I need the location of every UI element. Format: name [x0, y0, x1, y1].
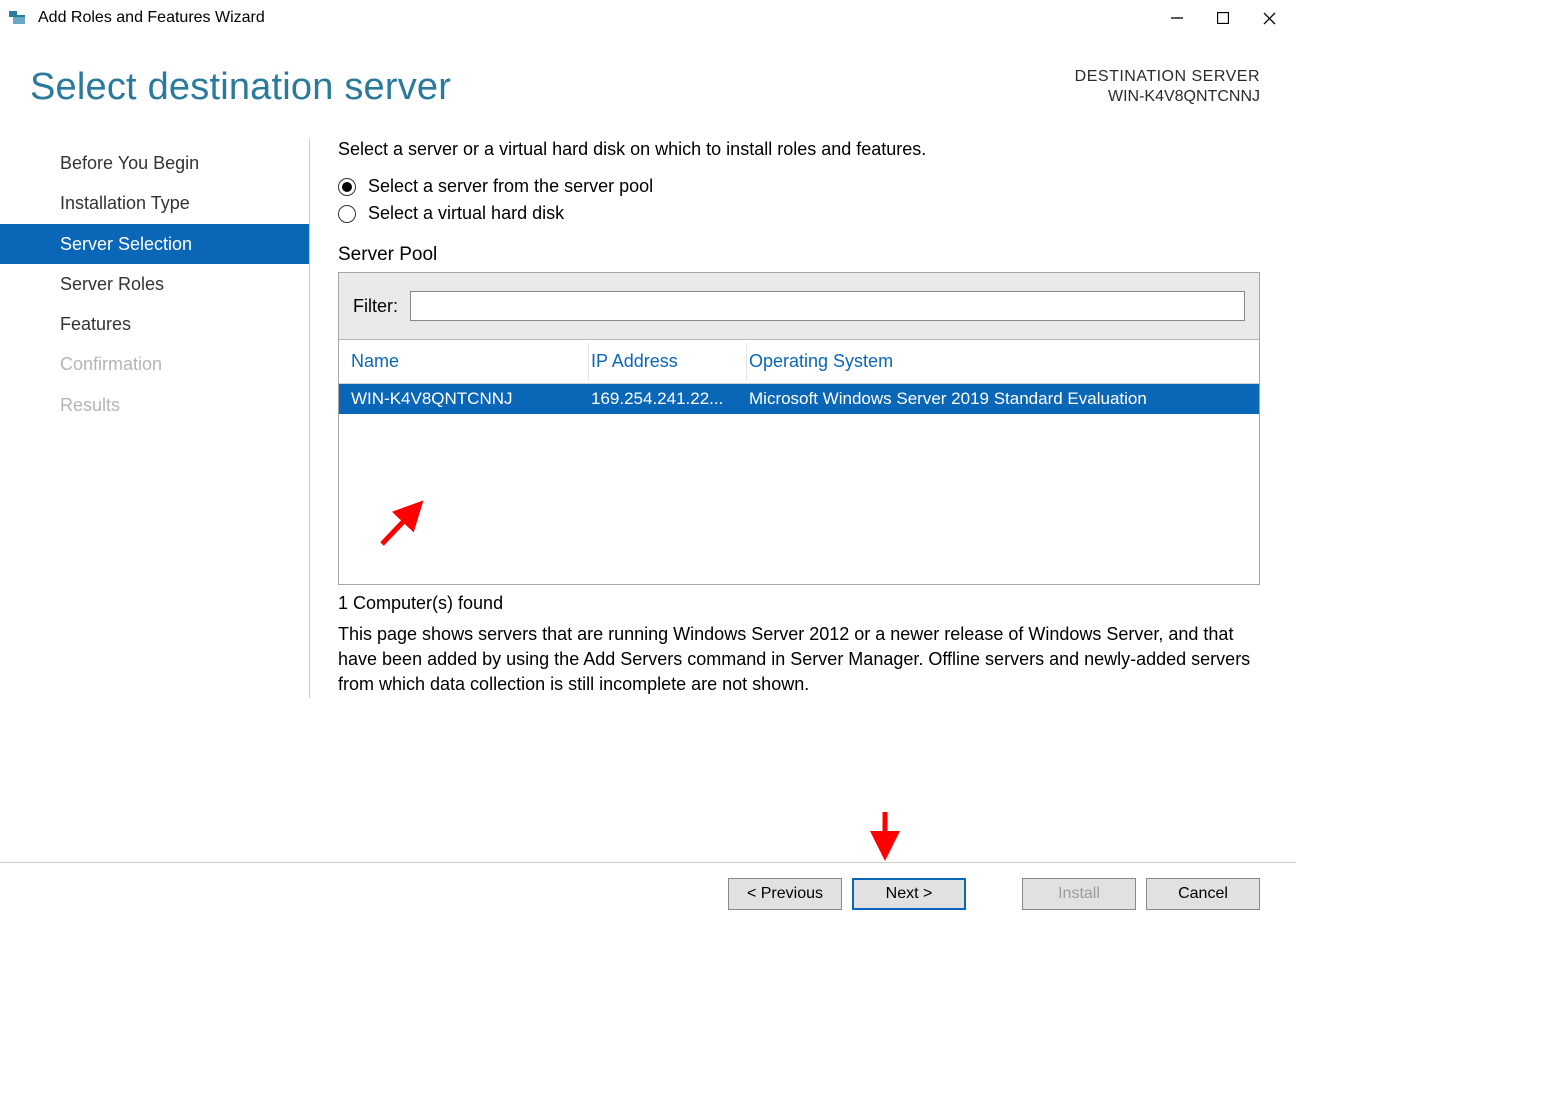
- filter-bar: Filter:: [339, 273, 1259, 340]
- radio-label: Select a virtual hard disk: [368, 203, 564, 224]
- explain-text: This page shows servers that are running…: [338, 622, 1260, 698]
- wizard-steps-sidebar: Before You Begin Installation Type Serve…: [0, 139, 310, 698]
- radio-virtual-hard-disk[interactable]: Select a virtual hard disk: [338, 203, 1260, 224]
- radio-server-pool[interactable]: Select a server from the server pool: [338, 176, 1260, 197]
- radio-icon: [338, 205, 356, 223]
- window-title: Add Roles and Features Wizard: [38, 9, 265, 27]
- page-title: Select destination server: [30, 66, 451, 109]
- previous-button[interactable]: < Previous: [728, 878, 842, 910]
- annotation-arrow-icon: [870, 808, 900, 866]
- server-pool-label: Server Pool: [338, 244, 1260, 266]
- app-icon: [8, 8, 28, 28]
- step-before-you-begin[interactable]: Before You Begin: [0, 143, 309, 183]
- server-table-body: WIN-K4V8QNTCNNJ 169.254.241.22... Micros…: [339, 384, 1259, 584]
- step-installation-type[interactable]: Installation Type: [0, 183, 309, 223]
- step-server-roles[interactable]: Server Roles: [0, 264, 309, 304]
- cell-ip: 169.254.241.22...: [589, 387, 747, 411]
- destination-name: WIN-K4V8QNTCNNJ: [1075, 88, 1260, 106]
- filter-input[interactable]: [410, 291, 1245, 321]
- server-pool-panel: Filter: Name IP Address Operating System…: [338, 272, 1260, 585]
- install-button: Install: [1022, 878, 1136, 910]
- step-confirmation: Confirmation: [0, 344, 309, 384]
- step-features[interactable]: Features: [0, 304, 309, 344]
- column-ip[interactable]: IP Address: [589, 343, 747, 380]
- server-row[interactable]: WIN-K4V8QNTCNNJ 169.254.241.22... Micros…: [339, 384, 1259, 414]
- close-button[interactable]: [1246, 3, 1292, 33]
- computers-found-text: 1 Computer(s) found: [338, 593, 1260, 614]
- cell-os: Microsoft Windows Server 2019 Standard E…: [747, 387, 1259, 411]
- maximize-button[interactable]: [1200, 3, 1246, 33]
- column-name[interactable]: Name: [349, 343, 589, 380]
- radio-icon: [338, 178, 356, 196]
- minimize-button[interactable]: [1154, 3, 1200, 33]
- destination-label: DESTINATION SERVER: [1075, 68, 1260, 86]
- server-table-header: Name IP Address Operating System: [339, 340, 1259, 384]
- wizard-footer: < Previous Next > Install Cancel: [0, 862, 1296, 924]
- page-header: Select destination server DESTINATION SE…: [0, 36, 1296, 109]
- destination-block: DESTINATION SERVER WIN-K4V8QNTCNNJ: [1075, 66, 1260, 106]
- content-pane: Select a server or a virtual hard disk o…: [338, 139, 1260, 698]
- radio-label: Select a server from the server pool: [368, 176, 653, 197]
- step-results: Results: [0, 385, 309, 425]
- cell-name: WIN-K4V8QNTCNNJ: [349, 387, 589, 411]
- description-text: Select a server or a virtual hard disk o…: [338, 139, 1260, 160]
- step-server-selection[interactable]: Server Selection: [0, 224, 309, 264]
- cancel-button[interactable]: Cancel: [1146, 878, 1260, 910]
- column-os[interactable]: Operating System: [747, 343, 1259, 380]
- next-button[interactable]: Next >: [852, 878, 966, 910]
- filter-label: Filter:: [353, 296, 398, 317]
- title-bar: Add Roles and Features Wizard: [0, 0, 1296, 36]
